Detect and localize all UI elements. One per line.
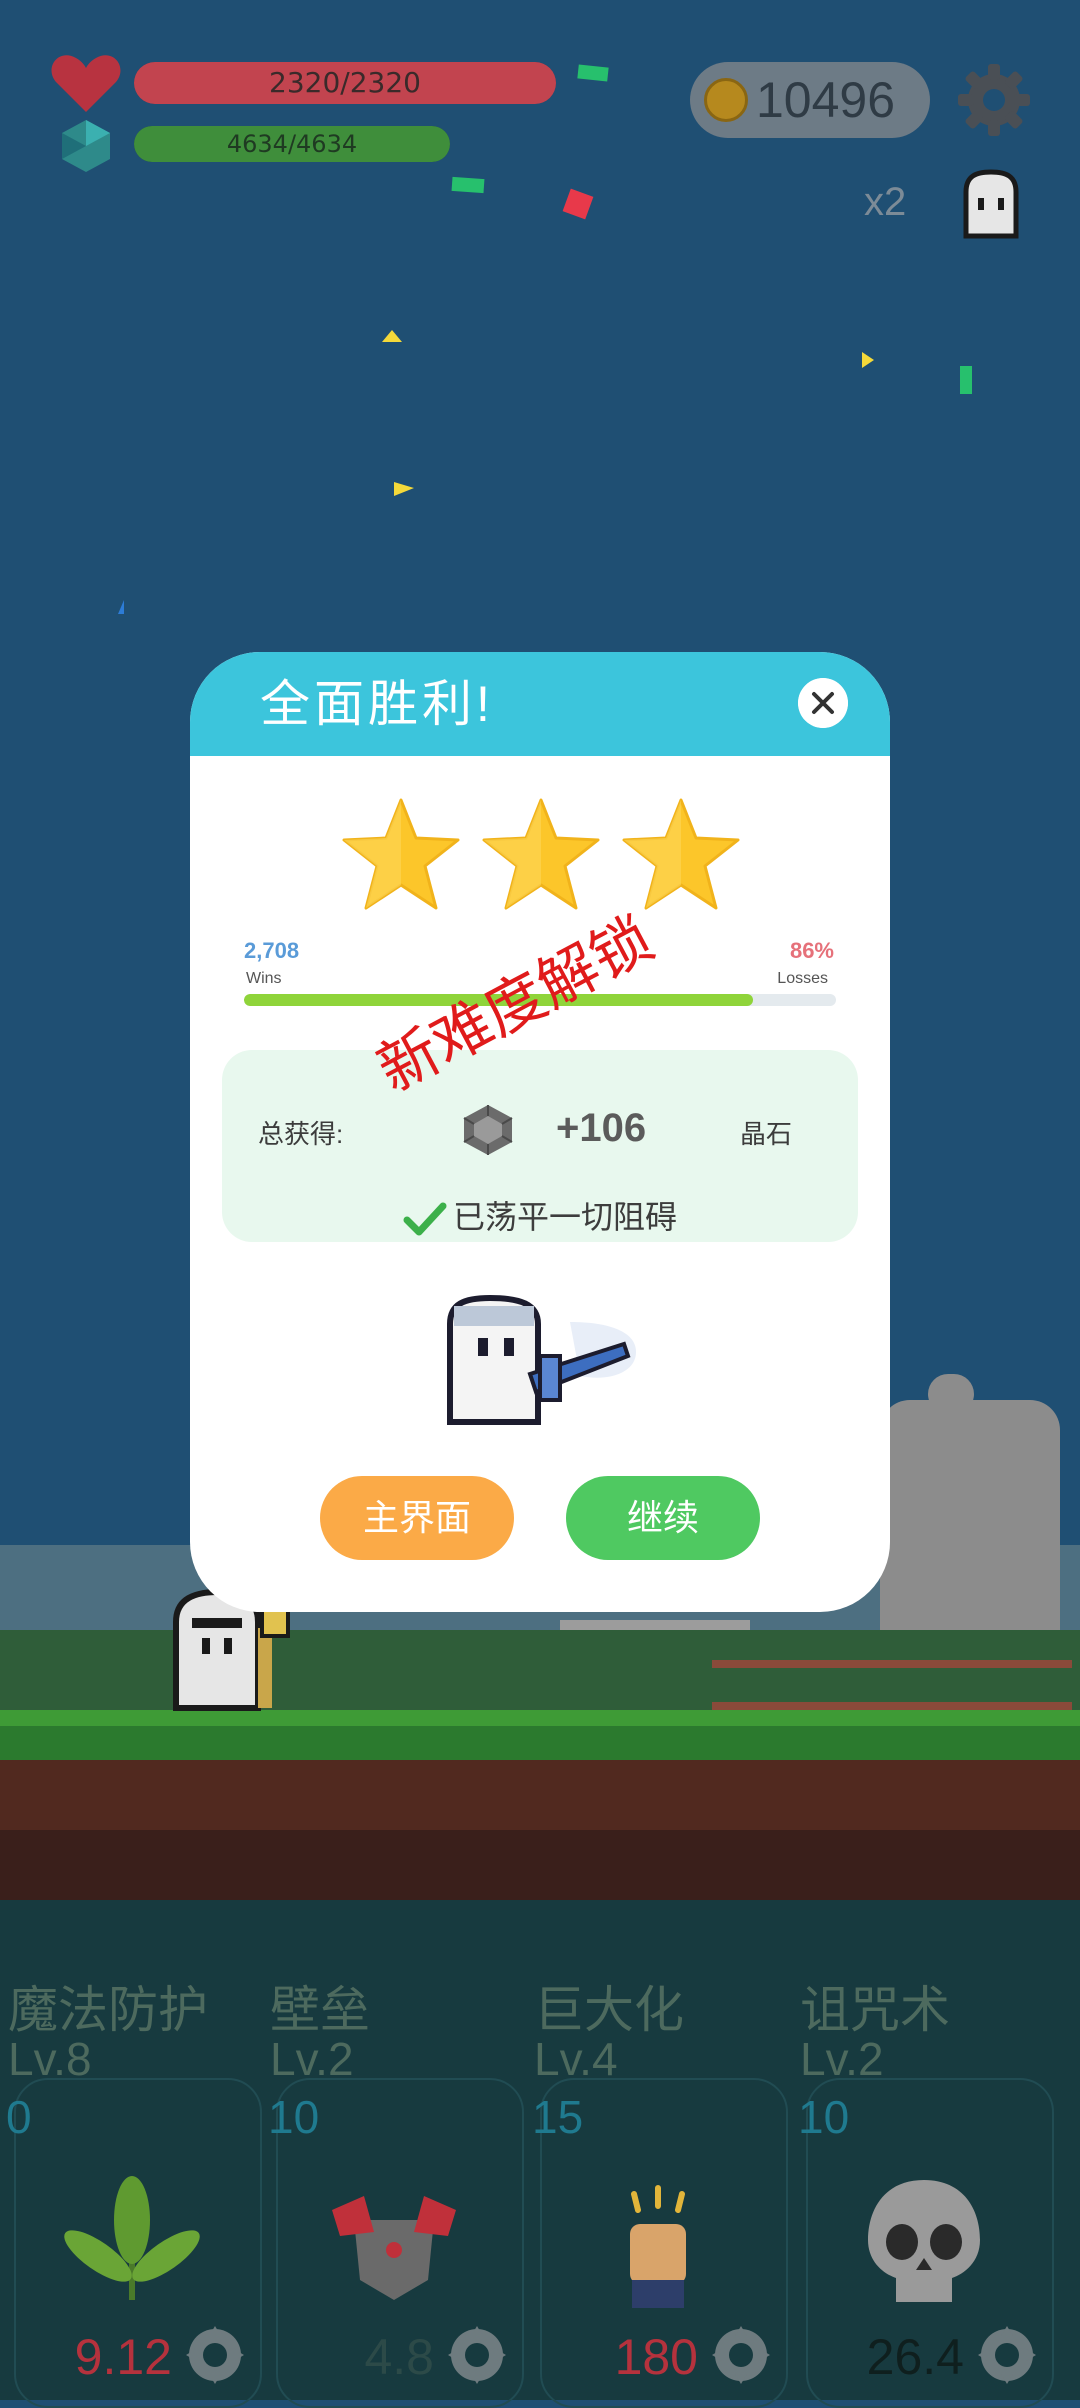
- confetti-piece: [118, 600, 124, 614]
- fist-icon: [630, 2185, 686, 2308]
- dialog-header: 全面胜利!: [190, 652, 890, 756]
- mp-bar: 4634/4634: [134, 126, 450, 162]
- cleared-text: 已荡平一切阻碍: [452, 1199, 677, 1235]
- coin-icon: [704, 78, 748, 122]
- checkmark-icon: [403, 1202, 447, 1236]
- smoke-puff: [928, 1374, 974, 1414]
- skill-level: Lv.2: [270, 2033, 354, 2085]
- skill-level: Lv.2: [800, 2033, 884, 2085]
- reward-unit: 晶石: [740, 1119, 793, 1149]
- reward-panel: 总获得: +106 晶石 已荡平一切阻碍: [222, 1050, 858, 1242]
- hero-sprite: [447, 1294, 636, 1425]
- skill-cost: 10: [268, 2091, 320, 2143]
- star-icon: [622, 798, 740, 910]
- ghost-icon[interactable]: [956, 168, 1026, 240]
- mp-text: 4634/4634: [226, 130, 358, 158]
- gear-icon[interactable]: [956, 62, 1032, 138]
- skill-card[interactable]: 巨大化 Lv.4 15 180: [528, 1970, 790, 2408]
- upgrade-gear-icon[interactable]: [444, 2322, 510, 2388]
- skull-icon: [868, 2180, 980, 2302]
- skill-card[interactable]: 壁垒 Lv.2 10 4.8: [264, 1970, 526, 2408]
- skill-level: Lv.4: [534, 2033, 618, 2085]
- skill-cost: 0: [6, 2091, 32, 2143]
- crystal-icon: [463, 1105, 513, 1155]
- upgrade-gear-icon[interactable]: [708, 2322, 774, 2388]
- confetti-piece: [394, 482, 414, 496]
- victory-dialog: 全面胜利! 2,708 Wins 86% Losses 总获得: +106 晶石…: [190, 652, 890, 1612]
- star-icon: [482, 798, 600, 910]
- fence: [712, 1660, 1072, 1710]
- confetti-piece: [960, 366, 972, 394]
- losses-value: 86%: [789, 938, 834, 963]
- skill-card[interactable]: 诅咒术 Lv.2 10 26.4: [794, 1970, 1056, 2408]
- close-icon[interactable]: [798, 678, 848, 728]
- reward-amount: +106: [556, 1106, 647, 1150]
- confetti-piece: [382, 330, 402, 342]
- leaf-icon: [64, 2176, 200, 2300]
- star-icon: [342, 798, 460, 910]
- coin-counter: 10496: [690, 62, 930, 138]
- skill-level: Lv.8: [8, 2033, 92, 2085]
- confetti-piece: [451, 176, 485, 194]
- confetti-piece: [862, 352, 874, 368]
- skill-card[interactable]: 魔法防护 Lv.8 0 9.12: [2, 1970, 264, 2408]
- dialog-title: 全面胜利!: [260, 676, 494, 732]
- heart-icon: [51, 55, 121, 112]
- skill-value: 26.4: [866, 2329, 964, 2385]
- skill-cost: 10: [798, 2091, 850, 2143]
- wins-label: Wins: [246, 970, 282, 987]
- cleared-status: 已荡平一切阻碍: [222, 1192, 858, 1238]
- continue-button[interactable]: 继续: [566, 1476, 760, 1560]
- losses-label: Losses: [777, 970, 828, 987]
- skill-value: 4.8: [364, 2329, 434, 2385]
- crystal-icon: [62, 120, 110, 172]
- wins-value: 2,708: [244, 938, 300, 963]
- hp-bar: 2320/2320: [134, 62, 556, 104]
- skill-cost: 15: [532, 2091, 584, 2143]
- speed-multiplier[interactable]: x2: [864, 180, 906, 225]
- star-rating: [190, 796, 890, 916]
- upgrade-gear-icon[interactable]: [182, 2322, 248, 2388]
- dirt-layer-dark: [0, 1830, 1080, 1900]
- coin-value: 10496: [756, 72, 896, 128]
- reward-label: 总获得:: [258, 1119, 344, 1149]
- skill-value: 9.12: [74, 2329, 172, 2385]
- main-menu-button[interactable]: 主界面: [320, 1476, 514, 1560]
- confetti-piece: [577, 64, 609, 82]
- grass-edge: [0, 1710, 1080, 1726]
- armor-icon: [332, 2196, 456, 2300]
- skill-value: 180: [614, 2329, 698, 2385]
- hp-text: 2320/2320: [269, 66, 421, 99]
- upgrade-gear-icon[interactable]: [974, 2322, 1040, 2388]
